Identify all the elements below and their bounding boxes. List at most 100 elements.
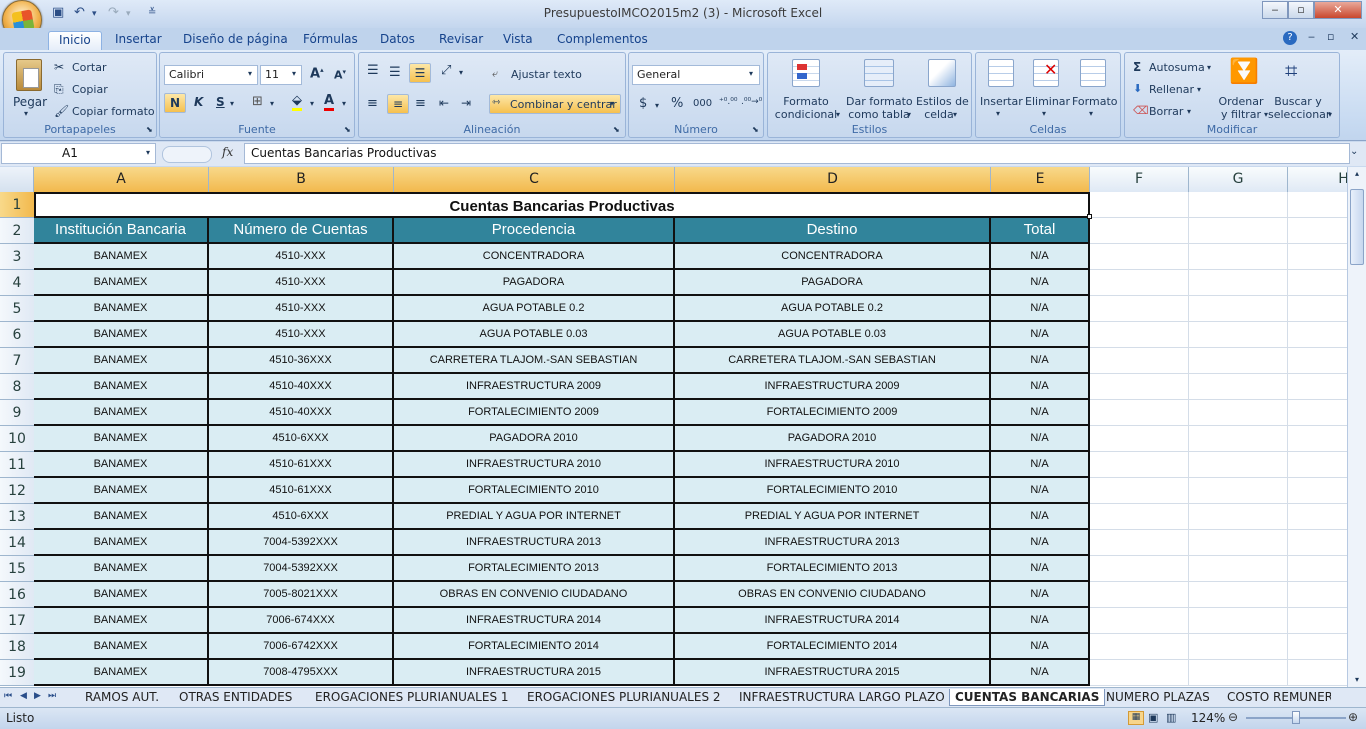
table-cell[interactable]: BANAMEX — [34, 270, 209, 296]
table-cell[interactable]: FORTALECIMIENTO 2014 — [675, 634, 991, 660]
row-header[interactable]: 7 — [0, 348, 34, 374]
empty-cell[interactable] — [1189, 634, 1288, 660]
empty-cell[interactable] — [1288, 244, 1347, 270]
table-cell[interactable]: 7004-5392XXX — [209, 530, 394, 556]
orientation-dropdown-icon[interactable]: ▾ — [459, 68, 463, 77]
empty-cell[interactable] — [1288, 530, 1347, 556]
table-cell[interactable]: 4510-61XXX — [209, 452, 394, 478]
empty-cell[interactable] — [1090, 556, 1189, 582]
clear-dropdown-icon[interactable]: ▾ — [1187, 107, 1191, 116]
align-top-icon[interactable]: ☰ — [367, 63, 379, 78]
column-header-e[interactable]: E — [991, 167, 1090, 192]
empty-cell[interactable] — [1288, 608, 1347, 634]
table-header-cell[interactable]: Número de Cuentas — [209, 218, 394, 244]
table-cell[interactable]: 7005-8021XXX — [209, 582, 394, 608]
row-header[interactable]: 1 — [0, 192, 34, 218]
column-header-a[interactable]: A — [34, 167, 209, 192]
select-all-corner[interactable] — [0, 167, 34, 192]
empty-cell[interactable] — [1288, 218, 1347, 244]
format-painter-button[interactable]: Copiar formato — [72, 105, 155, 118]
zoom-in-icon[interactable]: ⊕ — [1348, 710, 1358, 724]
row-header[interactable]: 6 — [0, 322, 34, 348]
borders-icon[interactable]: ⊞ — [252, 94, 263, 109]
worksheet-grid[interactable]: A B C D E F G H 1 2 3 4 5 6 7 8 9 10 11 12 13 14 15 16 17 18 19 Cue… — [0, 167, 1347, 687]
table-cell[interactable]: PAGADORA 2010 — [394, 426, 675, 452]
table-cell[interactable]: N/A — [991, 452, 1090, 478]
table-cell[interactable]: BANAMEX — [34, 452, 209, 478]
format-dropdown-icon[interactable]: ▾ — [1089, 109, 1093, 118]
fill-button[interactable]: Rellenar — [1149, 83, 1194, 96]
table-cell[interactable]: N/A — [991, 582, 1090, 608]
insert-button[interactable]: Insertar — [980, 95, 1023, 108]
row-header[interactable]: 14 — [0, 530, 34, 556]
zoom-out-icon[interactable]: ⊖ — [1228, 710, 1238, 724]
ribbon-minimize-icon[interactable]: ‒ — [1308, 30, 1315, 43]
empty-cell[interactable] — [1288, 270, 1347, 296]
table-cell[interactable]: 7008-4795XXX — [209, 660, 394, 686]
table-cell[interactable]: N/A — [991, 504, 1090, 530]
sheet-tab-numero-plazas[interactable]: NUMERO PLAZAS — [1106, 689, 1210, 706]
empty-cell[interactable] — [1288, 374, 1347, 400]
formula-bar-expand-icon[interactable]: ⌄ — [1350, 146, 1358, 157]
empty-cell[interactable] — [1288, 504, 1347, 530]
sheet-tab-infraestructura[interactable]: INFRAESTRUCTURA LARGO PLAZO — [739, 689, 945, 706]
empty-cell[interactable] — [1288, 556, 1347, 582]
row-header[interactable]: 2 — [0, 218, 34, 244]
table-header-cell[interactable]: Institución Bancaria — [34, 218, 209, 244]
empty-cell[interactable] — [1189, 426, 1288, 452]
column-header-c[interactable]: C — [394, 167, 675, 192]
table-cell[interactable]: 4510-XXX — [209, 296, 394, 322]
empty-cell[interactable] — [1090, 374, 1189, 400]
empty-cell[interactable] — [1189, 374, 1288, 400]
align-middle-icon[interactable]: ☰ — [389, 65, 401, 80]
insert-dropdown-icon[interactable]: ▾ — [996, 109, 1000, 118]
delete-dropdown-icon[interactable]: ▾ — [1042, 109, 1046, 118]
table-cell[interactable]: FORTALECIMIENTO 2010 — [675, 478, 991, 504]
table-cell[interactable]: CONCENTRADORA — [394, 244, 675, 270]
increase-decimal-icon[interactable]: ⁺⁰.⁰⁰ — [719, 97, 737, 107]
table-cell[interactable]: FORTALECIMIENTO 2014 — [394, 634, 675, 660]
sheet-tab-ramos-aut[interactable]: RAMOS AUT. — [85, 689, 159, 706]
table-cell[interactable]: N/A — [991, 634, 1090, 660]
table-cell[interactable]: 4510-40XXX — [209, 374, 394, 400]
customize-qat-icon[interactable]: ≚ — [148, 7, 156, 23]
empty-cell[interactable] — [1189, 582, 1288, 608]
row-header[interactable]: 10 — [0, 426, 34, 452]
table-cell[interactable]: FORTALECIMIENTO 2013 — [394, 556, 675, 582]
sheet-tab-otras-entidades[interactable]: OTRAS ENTIDADES — [179, 689, 292, 706]
row-header[interactable]: 15 — [0, 556, 34, 582]
paste-button[interactable]: Pegar — [13, 95, 47, 109]
font-color-dropdown-icon[interactable]: ▾ — [342, 99, 346, 108]
table-cell[interactable]: BANAMEX — [34, 530, 209, 556]
help-icon[interactable]: ? — [1283, 31, 1297, 45]
table-cell[interactable]: INFRAESTRUCTURA 2010 — [394, 452, 675, 478]
tab-vista[interactable]: Vista — [503, 31, 533, 50]
format-table-dropdown-icon[interactable]: ▾ — [907, 110, 911, 119]
merge-center-button[interactable]: ⇿ Combinar y centrar ▾ — [489, 94, 621, 114]
table-cell[interactable]: INFRAESTRUCTURA 2013 — [675, 530, 991, 556]
table-cell[interactable]: 4510-6XXX — [209, 504, 394, 530]
empty-cell[interactable] — [1090, 608, 1189, 634]
autosum-button[interactable]: Autosuma — [1149, 61, 1205, 74]
table-cell[interactable]: BANAMEX — [34, 634, 209, 660]
table-cell[interactable]: AGUA POTABLE 0.03 — [394, 322, 675, 348]
empty-cell[interactable] — [1090, 296, 1189, 322]
table-cell[interactable]: PREDIAL Y AGUA POR INTERNET — [675, 504, 991, 530]
conditional-dropdown-icon[interactable]: ▾ — [836, 110, 840, 119]
percent-button[interactable]: % — [671, 96, 683, 111]
table-cell[interactable]: 4510-6XXX — [209, 426, 394, 452]
redo-dropdown-icon[interactable]: ▾ — [126, 9, 131, 25]
column-header-d[interactable]: D — [675, 167, 991, 192]
empty-cell[interactable] — [1189, 530, 1288, 556]
table-header-cell[interactable]: Total — [991, 218, 1090, 244]
table-cell[interactable]: AGUA POTABLE 0.03 — [675, 322, 991, 348]
cell-styles-dropdown-icon[interactable]: ▾ — [953, 110, 957, 119]
scroll-thumb[interactable] — [1350, 189, 1364, 265]
decrease-decimal-icon[interactable]: .⁰⁰→⁰ — [741, 97, 762, 107]
table-cell[interactable]: N/A — [991, 426, 1090, 452]
column-header-b[interactable]: B — [209, 167, 394, 192]
table-cell[interactable]: INFRAESTRUCTURA 2014 — [394, 608, 675, 634]
empty-cell[interactable] — [1288, 478, 1347, 504]
table-header-cell[interactable]: Procedencia — [394, 218, 675, 244]
empty-cell[interactable] — [1090, 244, 1189, 270]
